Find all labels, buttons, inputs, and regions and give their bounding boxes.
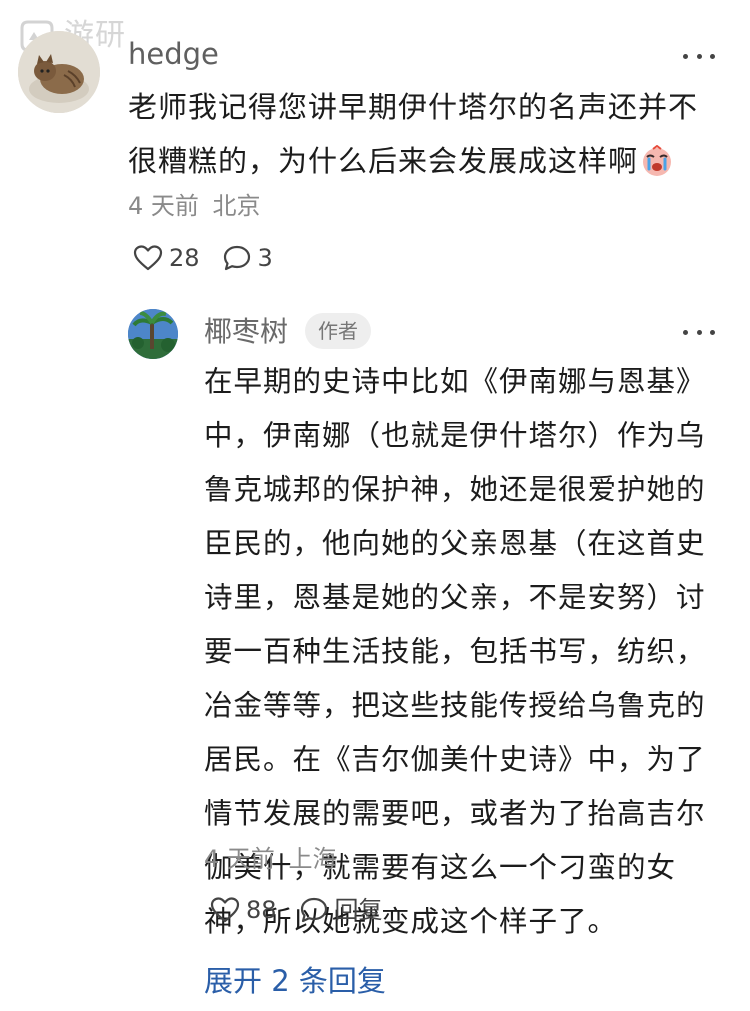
comment-text: 老师我记得您讲早期伊什塔尔的名声还并不很糟糕的，为什么后来会发展成这样啊	[128, 80, 713, 194]
author-badge: 作者	[305, 313, 371, 349]
reply-label: 回复	[334, 896, 383, 924]
heart-icon	[133, 245, 163, 271]
like-count: 28	[169, 244, 200, 272]
comment-time: 4 天前	[128, 192, 199, 220]
more-options-icon[interactable]	[683, 327, 715, 337]
comment-body: 老师我记得您讲早期伊什塔尔的名声还并不很糟糕的，为什么后来会发展成这样啊	[128, 90, 699, 178]
expand-replies-link[interactable]: 展开 2 条回复	[204, 961, 386, 1001]
crying-face-emoji-icon	[640, 140, 674, 194]
reply-location: 上海	[288, 845, 337, 873]
comment-location: 北京	[212, 192, 261, 220]
reply-actions: 88 回复	[210, 894, 405, 926]
heart-icon	[210, 897, 240, 923]
like-button[interactable]: 88	[210, 894, 277, 926]
reply-meta: 4 天前 上海	[204, 843, 337, 875]
reply-count: 3	[257, 244, 273, 272]
comment-bubble-icon	[300, 897, 327, 923]
palm-tree-avatar-image	[128, 309, 178, 359]
comment-actions: 28 3	[133, 242, 295, 274]
username[interactable]: hedge	[128, 34, 219, 74]
comment-thread: 游研社 hedge 老师我记得您讲早期伊什塔尔的名声还并不很糟糕的，为什么后来会…	[0, 0, 750, 1011]
reply-time: 4 天前	[204, 845, 275, 873]
avatar[interactable]	[128, 309, 178, 359]
reply-button[interactable]: 回复	[299, 894, 383, 926]
like-button[interactable]: 28	[133, 242, 200, 274]
like-count: 88	[246, 896, 277, 924]
reply-button[interactable]: 3	[222, 242, 273, 274]
avatar[interactable]	[18, 31, 100, 113]
comment-meta: 4 天前 北京	[128, 190, 261, 222]
comment-bubble-icon	[223, 245, 250, 271]
more-options-icon[interactable]	[683, 51, 715, 61]
cat-avatar-image	[18, 31, 100, 113]
username[interactable]: 椰枣树	[204, 312, 288, 352]
